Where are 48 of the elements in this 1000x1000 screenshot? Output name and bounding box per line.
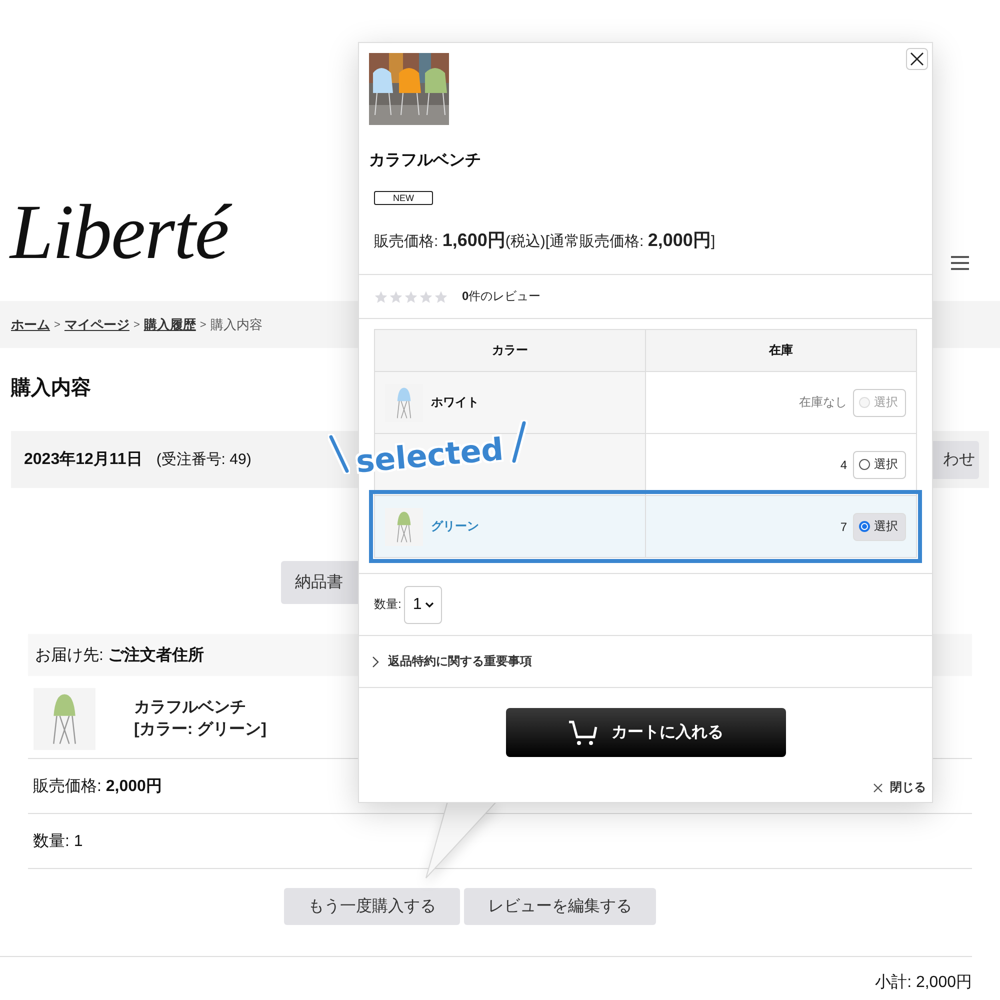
product-title: カラフルベンチ: [369, 151, 482, 171]
new-badge: NEW: [374, 191, 433, 205]
color-name: グリーン: [431, 518, 479, 535]
subtotal: 小計: 2,000円: [875, 974, 972, 991]
chevron-down-icon: [424, 602, 434, 608]
star-icon: [374, 290, 388, 304]
accordion-header[interactable]: 返品特約に関する重要事項: [359, 636, 932, 688]
column-header: カラー: [375, 330, 646, 372]
breadcrumb-link[interactable]: ホーム: [11, 316, 50, 334]
order-number: (受注番号: 49): [156, 450, 252, 469]
item-option: [カラー: グリーン]: [134, 719, 266, 741]
breadcrumb-current: 購入内容: [210, 316, 262, 334]
breadcrumb-link[interactable]: マイページ: [64, 316, 130, 334]
action-button[interactable]: もう一度購入する: [284, 888, 460, 925]
add-to-cart-button[interactable]: カートに入れる: [506, 708, 786, 757]
close-button[interactable]: [906, 48, 928, 70]
product-price: 販売価格: 1,600円(税込)[通常販売価格: 2,000円]: [374, 229, 716, 252]
order-date: 2023年12月11日: [24, 450, 142, 470]
annotation-slash-icon: [328, 434, 350, 474]
column-header: 在庫: [646, 330, 916, 372]
breadcrumb-separator: >: [133, 318, 140, 330]
item-name: カラフルベンチ: [134, 698, 247, 718]
close-icon: [873, 782, 883, 792]
color-name: ホワイト: [431, 394, 479, 411]
select-button[interactable]: 選択: [853, 450, 906, 478]
chevron-icon: [372, 656, 380, 668]
breadcrumb-link[interactable]: 購入履歴: [144, 316, 196, 334]
star-icon: [434, 290, 448, 304]
item-quantity: 数量: 1: [33, 832, 83, 852]
stock-count: 在庫なし: [799, 394, 847, 411]
annotation-label: selected: [354, 432, 505, 480]
stock-count: 4: [840, 458, 847, 472]
star-icon: [404, 290, 418, 304]
breadcrumb-separator: >: [54, 318, 60, 330]
star-icon: [389, 290, 403, 304]
close-icon: [910, 52, 924, 66]
stock-count: 7: [840, 520, 847, 534]
page-title: 購入内容: [11, 376, 92, 401]
menu-icon[interactable]: [950, 255, 970, 271]
quantity-select[interactable]: 1: [404, 586, 442, 624]
close-link[interactable]: 閉じる: [873, 779, 926, 796]
breadcrumb-separator: >: [200, 318, 206, 330]
cart-icon: [568, 720, 598, 746]
select-button[interactable]: 選択: [853, 512, 906, 540]
review-count: 0件のレビュー: [462, 288, 541, 305]
item-price: 販売価格: 2,000円: [33, 776, 162, 796]
action-button[interactable]: レビューを編集する: [464, 888, 656, 925]
star-icon: [419, 290, 433, 304]
